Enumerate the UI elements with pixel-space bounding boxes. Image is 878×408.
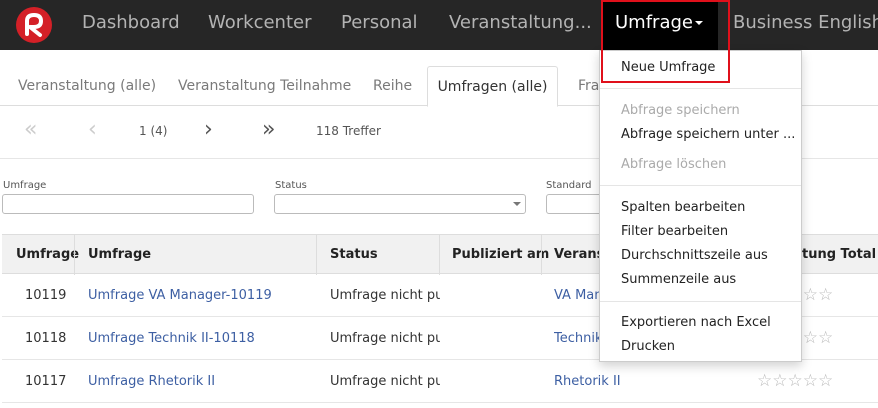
cell-name-link[interactable]: Umfrage Rhetorik II [88,360,215,403]
menu-drucken[interactable]: Drucken [621,339,675,355]
nav-dashboard[interactable]: Dashboard [82,0,180,50]
cell-status: Umfrage nicht pul [330,331,440,346]
col-bewertung-total[interactable]: tung Total [802,235,876,275]
menu-summenzeile[interactable]: Summenzeile aus [621,272,736,288]
col-umfrage-name[interactable]: Umfrage [88,235,151,275]
umfrage-filter-label: Umfrage [3,180,47,191]
standard-filter-select[interactable] [546,194,606,214]
caret-down-icon [695,21,703,25]
standard-filter-label: Standard [546,180,592,191]
column-divider [316,235,317,275]
nav-veranstaltung[interactable]: Veranstaltung... [449,0,592,50]
next-page-icon[interactable]: › [204,117,213,143]
column-divider [541,235,542,275]
col-publiziert-am[interactable]: Publiziert am [452,235,549,275]
menu-durchschnittszeile[interactable]: Durchschnittszeile aus [621,248,768,264]
cell-name-link[interactable]: Umfrage VA Manager-10119 [88,274,272,317]
table-row[interactable]: 10117 Umfrage Rhetorik II Umfrage nicht … [2,360,878,403]
cell-status: Umfrage nicht pul [330,288,440,303]
umfrage-dropdown-menu: Neue Umfrage Abfrage speichern Abfrage s… [599,50,802,362]
tab-veranstaltung-alle[interactable]: Veranstaltung (alle) [18,66,156,106]
menu-abfrage-loeschen[interactable]: Abfrage löschen [621,157,726,173]
tab-umfragen-alle[interactable]: Umfragen (alle) [427,66,558,107]
tab-reihe[interactable]: Reihe [373,66,412,106]
cell-event-link[interactable]: Rhetorik II [554,360,621,403]
tab-veranstaltung-teilnahme[interactable]: Veranstaltung Teilnahme [178,66,351,106]
rating-stars-icon: ☆☆☆☆☆ [757,371,834,391]
col-umfrage-id[interactable]: Umfrage [16,235,79,275]
status-filter-label: Status [275,180,307,191]
menu-filter-bearbeiten[interactable]: Filter bearbeiten [621,224,728,240]
prev-page-icon[interactable]: ‹ [88,117,97,143]
last-page-icon[interactable]: » [262,117,275,143]
umfrage-filter-input[interactable] [2,194,254,214]
column-divider [74,235,75,275]
app-logo-icon[interactable] [16,7,52,43]
menu-divider [600,301,801,302]
cell-id: 10118 [25,331,67,346]
first-page-icon[interactable]: « [24,117,37,143]
chevron-down-icon [513,202,521,206]
menu-abfrage-speichern[interactable]: Abfrage speichern [621,103,740,119]
nav-workcenter[interactable]: Workcenter [208,0,312,50]
cell-event-link[interactable]: VA Man [554,274,603,317]
menu-abfrage-speichern-unter[interactable]: Abfrage speichern unter ... [621,127,795,143]
menu-divider [600,88,801,89]
result-count: 118 Treffer [316,124,381,138]
column-divider [439,235,440,275]
nav-personal[interactable]: Personal [341,0,418,50]
menu-neue-umfrage[interactable]: Neue Umfrage [621,60,715,76]
nav-umfrage[interactable]: Umfrage [602,0,718,50]
menu-divider [600,185,801,186]
cell-id: 10117 [25,374,67,389]
nav-business-english[interactable]: Business English [733,0,878,50]
cell-status: Umfrage nicht pul [330,374,440,389]
nav-umfrage-label: Umfrage [615,12,693,33]
col-status[interactable]: Status [330,235,378,275]
status-filter-select[interactable] [274,194,526,214]
menu-exportieren-excel[interactable]: Exportieren nach Excel [621,315,771,331]
cell-id: 10119 [25,288,67,303]
cell-name-link[interactable]: Umfrage Technik II-10118 [88,317,255,360]
page-indicator: 1 (4) [139,124,168,138]
top-navbar: Dashboard Workcenter Personal Veranstalt… [0,0,878,50]
cell-event-link[interactable]: Technik [554,317,603,360]
menu-spalten-bearbeiten[interactable]: Spalten bearbeiten [621,200,745,216]
